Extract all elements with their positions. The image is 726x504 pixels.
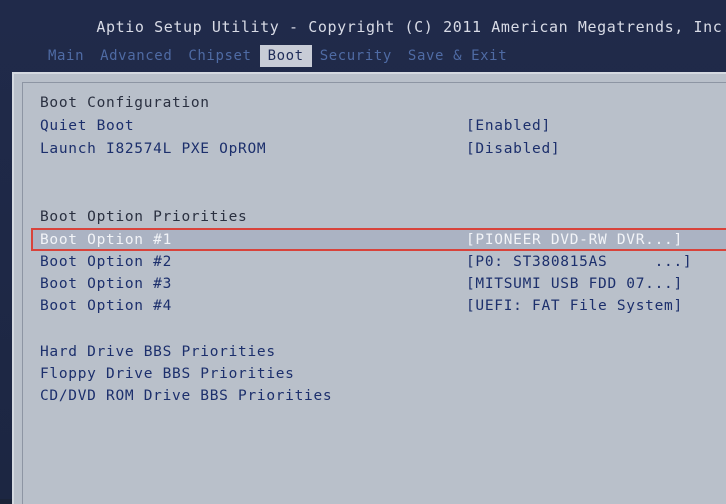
- boot-option-3[interactable]: Boot Option #3 [MITSUMI USB FDD 07...]: [23, 274, 723, 296]
- setting-label: Launch I82574L PXE OpROM: [40, 141, 267, 157]
- submenu-label: Hard Drive BBS Priorities: [40, 344, 276, 360]
- settings-panel: Boot Configuration Quiet Boot [Enabled] …: [12, 72, 726, 504]
- boot-option-2[interactable]: Boot Option #2 [P0: ST380815AS ...]: [23, 252, 723, 274]
- submenu-label: Floppy Drive BBS Priorities: [40, 366, 295, 382]
- tab-security[interactable]: Security: [312, 45, 400, 67]
- boot-configuration-heading: Boot Configuration: [23, 93, 723, 115]
- launch-pxe-oprom-value[interactable]: [Disabled]: [466, 141, 560, 157]
- boot-option-label: Boot Option #2: [40, 254, 173, 270]
- cd-dvd-rom-drive-bbs-priorities[interactable]: CD/DVD ROM Drive BBS Priorities: [23, 386, 723, 408]
- boot-option-value[interactable]: [UEFI: FAT File System]: [466, 298, 683, 314]
- quiet-boot-setting[interactable]: Quiet Boot [Enabled]: [23, 116, 723, 138]
- tab-advanced[interactable]: Advanced: [92, 45, 180, 67]
- section-heading-label: Boot Configuration: [40, 95, 210, 111]
- submenu-label: CD/DVD ROM Drive BBS Priorities: [40, 388, 333, 404]
- tab-chipset[interactable]: Chipset: [180, 45, 259, 67]
- boot-option-4[interactable]: Boot Option #4 [UEFI: FAT File System]: [23, 296, 723, 318]
- hard-drive-bbs-priorities[interactable]: Hard Drive BBS Priorities: [23, 342, 723, 364]
- settings-panel-inner: Boot Configuration Quiet Boot [Enabled] …: [22, 82, 726, 504]
- floppy-drive-bbs-priorities[interactable]: Floppy Drive BBS Priorities: [23, 364, 723, 386]
- boot-option-label: Boot Option #4: [40, 298, 173, 314]
- tab-save-exit[interactable]: Save & Exit: [400, 45, 515, 67]
- setting-label: Quiet Boot: [40, 118, 135, 134]
- quiet-boot-value[interactable]: [Enabled]: [466, 118, 551, 134]
- bios-screen: Aptio Setup Utility - Copyright (C) 2011…: [0, 0, 726, 504]
- launch-pxe-oprom-setting[interactable]: Launch I82574L PXE OpROM [Disabled]: [23, 139, 723, 161]
- boot-option-value[interactable]: [PIONEER DVD-RW DVR...]: [466, 232, 683, 248]
- boot-option-label: Boot Option #3: [40, 276, 173, 292]
- boot-option-value[interactable]: [MITSUMI USB FDD 07...]: [466, 276, 683, 292]
- boot-option-value[interactable]: [P0: ST380815AS ...]: [466, 254, 692, 270]
- utility-title: Aptio Setup Utility - Copyright (C) 2011…: [96, 18, 726, 36]
- boot-option-label: Boot Option #1: [40, 232, 173, 248]
- tab-boot[interactable]: Boot: [259, 45, 312, 67]
- boot-option-priorities-heading: Boot Option Priorities: [23, 207, 723, 229]
- menu-tabs: Main Advanced Chipset Boot Security Save…: [40, 43, 515, 69]
- tab-main[interactable]: Main: [40, 45, 92, 67]
- boot-option-1[interactable]: Boot Option #1 [PIONEER DVD-RW DVR...]: [23, 230, 723, 252]
- section-heading-label: Boot Option Priorities: [40, 209, 248, 225]
